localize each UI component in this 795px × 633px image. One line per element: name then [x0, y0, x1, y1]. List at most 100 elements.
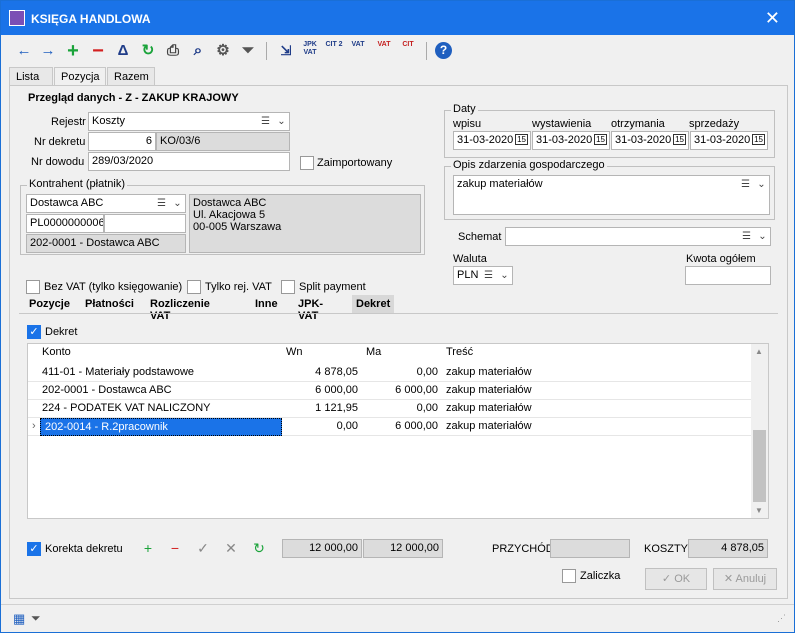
otrzymania-date[interactable]: 31-03-2020 15 [611, 131, 689, 150]
kwota-ogolem-label: Kwota ogółem [686, 253, 756, 265]
grid-scrollbar[interactable]: ▲ ▼ [751, 344, 768, 518]
filter-icon[interactable]: ⏷ [31, 611, 41, 626]
tab-lista[interactable]: Lista [9, 67, 53, 86]
kontrahent-nip[interactable]: PL0000000006 [26, 214, 104, 233]
korekta-checkbox[interactable]: ✓ [27, 542, 41, 556]
tab-pozycje[interactable]: Pozycje [25, 295, 74, 314]
zaliczka-checkbox[interactable] [562, 569, 576, 583]
sprzedazy-date[interactable]: 31-03-2020 15 [690, 131, 768, 150]
list-icon[interactable]: ☰ [154, 195, 169, 212]
table-row[interactable]: › 202-0014 - R.2pracownik 0,00 6 000,00 … [28, 418, 752, 436]
chevron-down-icon[interactable]: ⌄ [170, 195, 185, 212]
close-button[interactable]: ✕ [765, 8, 780, 29]
wystawienia-label: wystawienia [532, 118, 592, 130]
nr-dekretu-code: KO/03/6 [156, 132, 290, 151]
opis-field[interactable]: zakup materiałów ☰ ⌄ [453, 175, 770, 215]
calendar-icon[interactable]: 15 [752, 134, 765, 145]
column-header-wn[interactable]: Wn [282, 344, 307, 362]
rejestr-select[interactable]: Koszty ☰ ⌄ [88, 112, 290, 131]
anuluj-button[interactable]: ✕ Anuluj [713, 568, 777, 590]
scroll-down-icon[interactable]: ▼ [755, 506, 763, 515]
scroll-up-icon[interactable]: ▲ [755, 347, 763, 356]
korekta-label: Korekta dekretu [45, 543, 123, 555]
table-row[interactable]: 411-01 - Materiały podstawowe 4 878,05 0… [28, 364, 752, 382]
table-row[interactable]: 202-0001 - Dostawca ABC 6 000,00 6 000,0… [28, 382, 752, 400]
bez-vat-checkbox[interactable] [26, 280, 40, 294]
chevron-down-icon[interactable]: ⌄ [755, 228, 770, 245]
remove-icon[interactable]: − [87, 40, 109, 62]
wpisu-date[interactable]: 31-03-2020 15 [453, 131, 531, 150]
cit2-icon[interactable]: CIT 2 [323, 41, 345, 49]
search-icon[interactable]: ⌕ [187, 40, 209, 62]
delta-icon[interactable]: Δ [112, 40, 134, 62]
list-icon[interactable]: ☰ [258, 113, 273, 130]
zaimportowany-checkbox[interactable] [300, 156, 314, 170]
forward-arrow-icon[interactable]: → [37, 40, 59, 62]
schemat-select[interactable]: ☰ ⌄ [505, 227, 771, 246]
opis-caption: Opis zdarzenia gospodarczego [451, 159, 607, 171]
remove-row-icon[interactable]: − [167, 540, 183, 556]
cell-konto: 411-01 - Materiały podstawowe [42, 366, 195, 378]
chevron-down-icon[interactable]: ⌄ [754, 176, 769, 193]
add-icon[interactable]: + [62, 40, 84, 62]
daty-group: Daty wpisu wystawienia otrzymania sprzed… [444, 103, 775, 158]
column-header-ma[interactable]: Ma [362, 344, 385, 362]
cell-ma: 0,00 [416, 366, 438, 378]
vat-stack-icon[interactable]: VAT [347, 41, 369, 49]
list-icon[interactable]: ☰ [739, 228, 754, 245]
help-icon[interactable]: ? [435, 42, 452, 59]
waluta-select[interactable]: PLN ☰ ⌄ [453, 266, 513, 285]
chevron-down-icon[interactable]: ⌄ [274, 113, 289, 130]
tab-rozliczenie-vat[interactable]: Rozliczenie VAT [146, 295, 214, 322]
tab-inne[interactable]: Inne [251, 295, 282, 314]
ok-button[interactable]: ✓ OK [645, 568, 707, 590]
nr-dekretu-label: Nr dekretu [34, 136, 86, 148]
cell-konto[interactable]: 202-0014 - R.2pracownik [40, 418, 282, 436]
settings-icon[interactable]: ⚙ [212, 40, 234, 62]
table-row[interactable]: 224 - PODATEK VAT NALICZONY 1 121,95 0,0… [28, 400, 752, 418]
tab-dekret[interactable]: Dekret [352, 295, 395, 314]
dekret-checkbox[interactable]: ✓ [27, 325, 41, 339]
tab-platnosci[interactable]: Płatności [81, 295, 138, 314]
grid-icon[interactable]: ▦ [13, 611, 25, 627]
refresh-icon[interactable]: ↻ [137, 40, 159, 62]
tylko-rej-vat-checkbox[interactable] [187, 280, 201, 294]
scrollbar-thumb[interactable] [753, 430, 766, 502]
kontrahent-konto: 202-0001 - Dostawca ABC [26, 234, 186, 253]
kwota-ogolem-field[interactable] [685, 266, 771, 285]
waluta-value: PLN [457, 269, 479, 281]
nr-dowodu-field[interactable]: 289/03/2020 [88, 152, 290, 171]
list-icon[interactable]: ☰ [738, 176, 753, 193]
resize-grip-icon[interactable]: ⋰ [777, 613, 786, 624]
list-icon[interactable]: ☰ [481, 267, 496, 284]
refresh-icon[interactable]: ↻ [251, 540, 267, 557]
column-header-konto[interactable]: Konto [38, 344, 75, 362]
kontrahent-select[interactable]: Dostawca ABC ☰ ⌄ [26, 194, 186, 213]
tab-jpk-vat[interactable]: JPK-VAT [294, 295, 327, 322]
confirm-icon[interactable]: ✓ [195, 540, 211, 557]
column-header-tresc[interactable]: Treść [442, 344, 477, 362]
vat-icon[interactable]: VAT [373, 41, 395, 49]
section-title: Przegląd danych - Z - ZAKUP KRAJOWY [28, 92, 239, 104]
cell-wn: 1 121,95 [315, 402, 358, 414]
cell-wn: 0,00 [336, 420, 358, 432]
tab-razem[interactable]: Razem [107, 67, 155, 86]
export-icon[interactable]: ⇲ [275, 40, 297, 62]
calendar-icon[interactable]: 15 [594, 134, 607, 145]
split-payment-checkbox[interactable] [281, 280, 295, 294]
calendar-icon[interactable]: 15 [673, 134, 686, 145]
chevron-down-icon[interactable]: ⌄ [497, 267, 512, 284]
calendar-icon[interactable]: 15 [515, 134, 528, 145]
add-row-icon[interactable]: + [140, 540, 156, 556]
funnel-icon[interactable]: ⏷ [237, 40, 259, 62]
jpk-vat-icon[interactable]: JPK VAT [299, 41, 321, 57]
print-icon[interactable]: ⎙ [162, 40, 184, 62]
tab-pozycja[interactable]: Pozycja [54, 67, 106, 86]
cit-icon[interactable]: CIT [397, 41, 419, 49]
nr-dekretu-number[interactable]: 6 [88, 132, 156, 151]
wystawienia-date[interactable]: 31-03-2020 15 [532, 131, 610, 150]
address-line: 00-005 Warszawa [193, 221, 282, 233]
kontrahent-extra-field[interactable] [104, 214, 186, 233]
cancel-icon[interactable]: ✕ [223, 540, 239, 557]
back-arrow-icon[interactable]: ← [13, 40, 35, 62]
